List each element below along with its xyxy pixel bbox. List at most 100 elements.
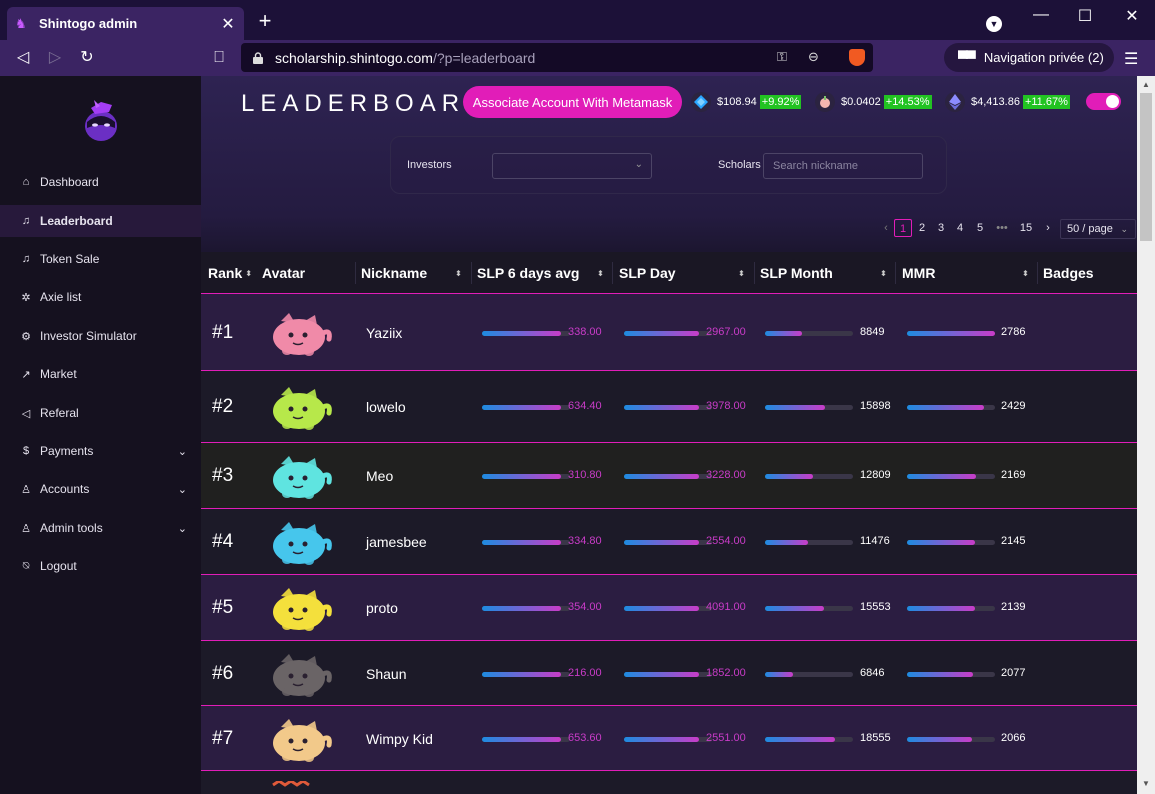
sidebar-item-label: Axie list (40, 290, 82, 304)
sort-icon[interactable]: ⬍ (1022, 269, 1029, 278)
url-text: scholarship.shintogo.com/?p=leaderboard (275, 49, 536, 66)
sidebar-item-accounts[interactable]: ♙ Accounts ⌄ (0, 473, 201, 505)
window-close-icon[interactable]: ✕ (1120, 6, 1144, 26)
prev-page-icon[interactable]: ‹ (877, 219, 895, 237)
close-icon[interactable]: ✕ (220, 14, 236, 34)
address-bar[interactable]: scholarship.shintogo.com/?p=leaderboard … (241, 43, 873, 72)
page-3[interactable]: 3 (932, 219, 950, 237)
reload-icon[interactable]: ↻ (77, 48, 97, 68)
progress-bar (907, 474, 995, 479)
sidebar-item-admin-tools[interactable]: ♙ Admin tools ⌄ (0, 512, 201, 544)
col-avatar: Avatar (262, 265, 306, 281)
page-1[interactable]: 1 (894, 219, 912, 237)
chevron-down-icon: ⌄ (1120, 224, 1128, 234)
page-ellipsis[interactable]: ••• (993, 219, 1011, 237)
zoom-icon[interactable]: ⊖ (808, 49, 819, 65)
table-row[interactable]: #4 jamesbee 334.80 2554.00 11476 2145 (201, 509, 1137, 575)
progress-fill (907, 405, 985, 410)
back-icon[interactable]: ◁ (13, 48, 33, 68)
brave-shield-icon[interactable] (849, 49, 865, 66)
progress-fill (624, 331, 699, 336)
private-window-badge[interactable]: ▀▀ Navigation privée (2) (944, 43, 1114, 72)
investors-label: Investors (407, 159, 452, 171)
progress-fill (624, 737, 699, 742)
progress-fill (624, 474, 699, 479)
associate-metamask-button[interactable]: Associate Account With Metamask (463, 86, 682, 118)
col-nickname[interactable]: Nickname (361, 265, 427, 281)
table-row[interactable]: #1 Yaziix 338.00 2967.00 8849 2786 (201, 294, 1137, 371)
progress-fill (765, 672, 794, 677)
sidebar-item-token-sale[interactable]: ♫ Token Sale (0, 243, 201, 275)
search-nickname-input[interactable] (763, 153, 923, 179)
megaphone-icon: ◁ (21, 407, 31, 420)
sidebar-item-dashboard[interactable]: ⌂ Dashboard (0, 166, 201, 198)
table-row[interactable]: #5 proto 354.00 4091.00 15553 2139 (201, 575, 1137, 641)
menu-icon[interactable]: ☰ (1124, 49, 1138, 69)
sort-icon[interactable]: ⬍ (880, 269, 887, 278)
investors-select[interactable]: ⌄ (492, 153, 652, 179)
sidebar-item-market[interactable]: ↗ Market (0, 358, 201, 390)
browser-tab[interactable]: ♞ Shintogo admin ✕ (7, 7, 244, 40)
sidebar-item-label: Dashboard (40, 175, 99, 189)
sidebar-item-label: Logout (40, 559, 77, 573)
page-15[interactable]: 15 (1017, 219, 1035, 237)
download-icon[interactable]: ▼ (986, 16, 1002, 32)
key-icon[interactable]: ⚿ (777, 49, 787, 65)
page-5[interactable]: 5 (971, 219, 989, 237)
page-size-select[interactable]: 50 / page ⌄ (1060, 219, 1136, 239)
dollar-icon: $ (22, 445, 30, 457)
progress-bar (765, 737, 853, 742)
gear-icon: ⚙ (21, 330, 31, 343)
col-slp-6-days-avg[interactable]: SLP 6 days avg (477, 265, 579, 281)
forward-icon[interactable]: ▷ (45, 48, 65, 68)
sidebar-item-referal[interactable]: ◁ Referal (0, 397, 201, 429)
progress-bar (907, 606, 995, 611)
minimize-icon[interactable]: — (1029, 6, 1053, 24)
col-slp-month[interactable]: SLP Month (760, 265, 833, 281)
slp-6-days-avg-value: 354.00 (568, 601, 602, 613)
logout-icon: ⍉ (22, 559, 30, 572)
col-rank[interactable]: Rank ⬍ (208, 265, 252, 281)
table-row[interactable] (201, 771, 1137, 794)
sidebar-item-leaderboard[interactable]: ♫ Leaderboard (0, 205, 201, 237)
col-mmr[interactable]: MMR (902, 265, 935, 281)
table-row[interactable]: #2 lowelo 634.40 3978.00 15898 2429 (201, 371, 1137, 443)
scrollbar-thumb[interactable] (1140, 93, 1152, 241)
sidebar-item-investor-simulator[interactable]: ⚙ Investor Simulator (0, 320, 201, 352)
sort-icon[interactable]: ⬍ (597, 269, 604, 278)
progress-fill (765, 540, 809, 545)
page-2[interactable]: 2 (913, 219, 931, 237)
progress-bar (907, 540, 995, 545)
scholars-label: Scholars (718, 159, 761, 171)
table-row[interactable]: #3 Meo 310.80 3228.00 12809 2169 (201, 443, 1137, 509)
page-4[interactable]: 4 (951, 219, 969, 237)
progress-fill (624, 672, 699, 677)
progress-bar (907, 737, 995, 742)
progress-fill (482, 331, 562, 336)
slp-day-value: 1852.00 (706, 667, 746, 679)
maximize-icon[interactable]: ☐ (1073, 6, 1097, 26)
slp-day-value: 2551.00 (706, 732, 746, 744)
slp-day-value: 2554.00 (706, 535, 746, 547)
next-page-icon[interactable]: › (1039, 219, 1057, 237)
table-row[interactable]: #7 Wimpy Kid 653.60 2551.00 18555 2066 (201, 706, 1137, 771)
table-row[interactable]: #6 Shaun 216.00 1852.00 6846 2077 (201, 641, 1137, 706)
nickname: Wimpy Kid (366, 731, 433, 747)
sidebar-item-payments[interactable]: $ Payments ⌄ (0, 435, 201, 467)
rank: #2 (212, 396, 234, 417)
page-scrollbar[interactable]: ▲ ▼ (1137, 76, 1155, 794)
scroll-down-icon[interactable]: ▼ (1142, 779, 1150, 788)
scroll-up-icon[interactable]: ▲ (1142, 80, 1150, 89)
browser-toolbar: ◁ ▷ ↻ ⎕ scholarship.shintogo.com/?p=lead… (0, 40, 1155, 76)
sidebar-item-logout[interactable]: ⍉ Logout (0, 550, 201, 582)
axie-avatar (273, 588, 332, 631)
bookmark-icon[interactable]: ⎕ (209, 48, 229, 68)
progress-fill (907, 672, 973, 677)
theme-toggle[interactable] (1086, 93, 1121, 110)
nickname: jamesbee (366, 534, 427, 550)
col-slp-day[interactable]: SLP Day (619, 265, 676, 281)
sort-icon[interactable]: ⬍ (455, 269, 462, 278)
new-tab-icon[interactable]: + (256, 10, 274, 32)
sidebar-item-axie-list[interactable]: ✲ Axie list (0, 281, 201, 313)
sort-icon[interactable]: ⬍ (738, 269, 745, 278)
